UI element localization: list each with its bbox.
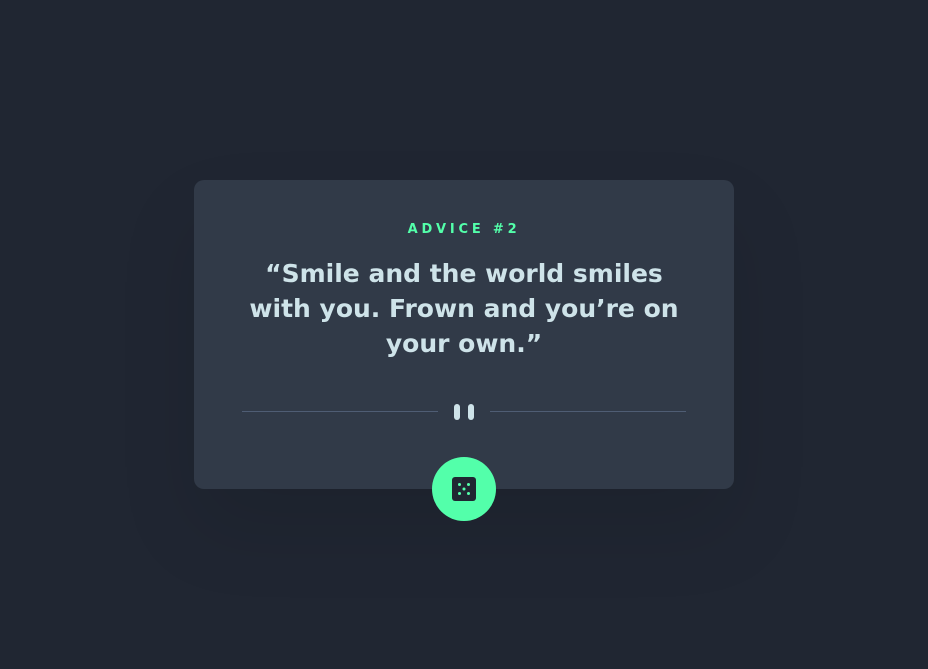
divider-line-right	[490, 411, 686, 412]
dice-button[interactable]	[432, 457, 496, 521]
pause-bar-left	[454, 404, 460, 420]
pattern-divider	[242, 403, 686, 421]
page: ADVICE #2 “Smile and the world smiles wi…	[0, 0, 928, 669]
dice-icon	[452, 477, 476, 501]
pause-icon	[454, 404, 474, 420]
pause-bar-right	[468, 404, 474, 420]
advice-quote: “Smile and the world smiles with you. Fr…	[249, 259, 679, 358]
advice-card: ADVICE #2 “Smile and the world smiles wi…	[194, 180, 734, 489]
divider-line-left	[242, 411, 438, 412]
advice-id-label: ADVICE #2	[407, 222, 521, 237]
